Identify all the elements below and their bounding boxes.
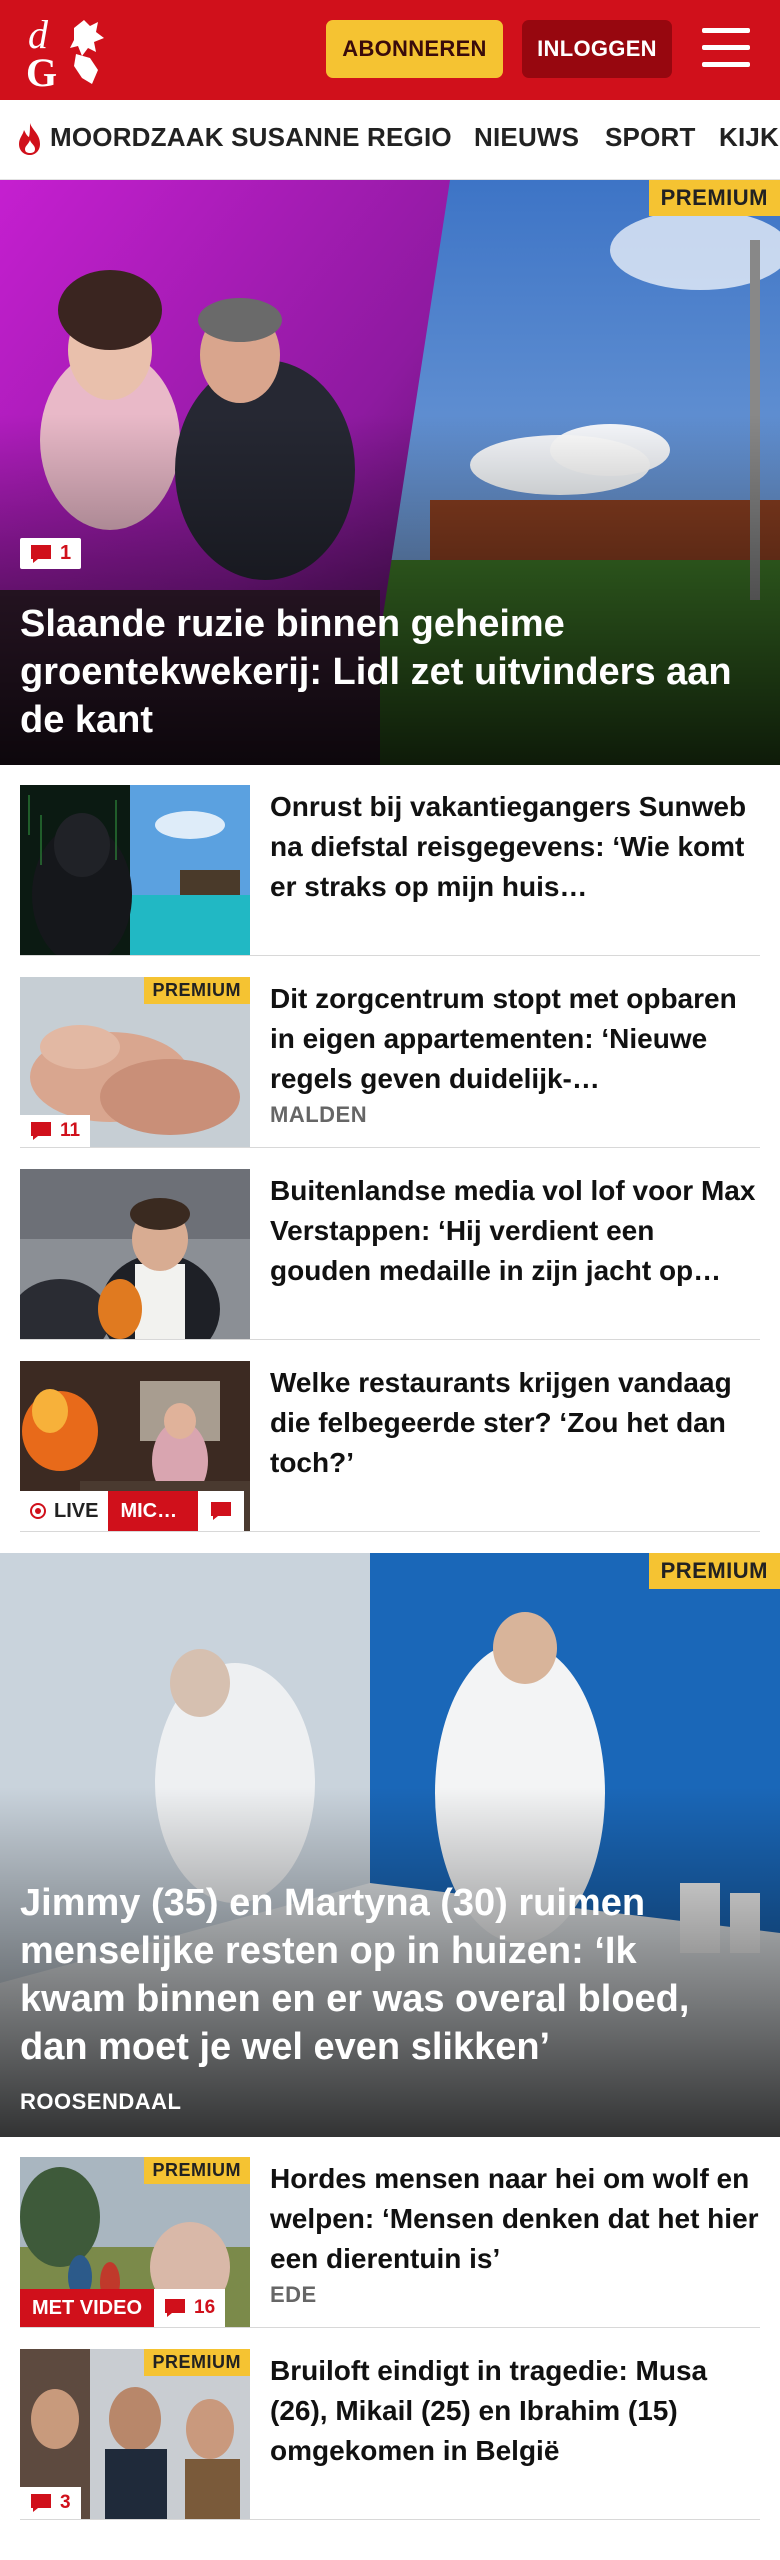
article-thumbnail — [20, 785, 250, 955]
logo[interactable]: d G — [24, 10, 116, 95]
comment-count-value: 1 — [60, 542, 72, 564]
premium-badge: PREMIUM — [648, 180, 780, 216]
logo-icon: d G — [26, 12, 104, 95]
list-item[interactable]: Buitenlandse media vol lof voor Max Vers… — [20, 1169, 760, 1340]
svg-text:G: G — [26, 50, 57, 90]
live-indicator: LIVE — [20, 1491, 109, 1531]
live-dot-icon — [30, 1503, 46, 1519]
nav-item-nieuws[interactable]: NIEUWS — [474, 122, 579, 153]
menu-icon[interactable] — [700, 22, 752, 74]
nav-item-regio[interactable]: REGIO — [367, 122, 452, 153]
list-item[interactable]: PREMIUM 11 Dit zorgcentrum stopt met opb… — [20, 977, 760, 1148]
site-header: d G ABONNEREN INLOGGEN — [0, 0, 780, 100]
live-topic: MIC… — [108, 1491, 199, 1531]
article-thumbnail — [20, 1169, 250, 1339]
nav-item-moordzaak-susanne[interactable]: MOORDZAAK SUSANNE — [50, 122, 360, 153]
hero-title[interactable]: Slaande ruzie binnen geheime groentekwek… — [20, 600, 740, 744]
comment-count-value: 16 — [194, 2297, 216, 2318]
comment-icon — [211, 1502, 232, 1520]
nav-item-kijk[interactable]: KIJK — [719, 122, 779, 153]
list-item[interactable]: PREMIUM MET VIDEO 16 Hordes mensen naar … — [20, 2157, 760, 2328]
comment-icon — [31, 1122, 51, 1140]
comment-count: 16 — [154, 2289, 226, 2327]
article-title[interactable]: Buitenlandse media vol lof voor Max Vers… — [270, 1171, 760, 1291]
comment-count-value: 11 — [60, 1120, 81, 1141]
flame-icon — [19, 123, 40, 155]
hero-article[interactable]: PREMIUM Jimmy (35) en Martyna (30) ruime… — [0, 1553, 780, 2137]
subscribe-button[interactable]: ABONNEREN — [326, 20, 503, 78]
article-thumbnail: LIVE MIC… — [20, 1361, 250, 1531]
premium-badge: PREMIUM — [143, 977, 250, 1004]
article-title[interactable]: Bruiloft eindigt in tragedie: Musa (26),… — [270, 2351, 760, 2471]
hero-location: ROOSENDAAL — [20, 2089, 182, 2114]
hero-title[interactable]: Jimmy (35) en Martyna (30) ruimen mensel… — [20, 1879, 740, 2071]
article-thumbnail: PREMIUM 3 — [20, 2349, 250, 2519]
login-button[interactable]: INLOGGEN — [522, 20, 672, 78]
live-tag: LIVE MIC… — [20, 1491, 245, 1531]
article-title[interactable]: Welke restaurants krijgen vandaag die fe… — [270, 1363, 760, 1483]
article-thumbnail: PREMIUM MET VIDEO 16 — [20, 2157, 250, 2327]
section-nav: MOORDZAAK SUSANNE REGIO NIEUWS SPORT KIJ… — [0, 100, 780, 180]
article-location: MALDEN — [270, 1102, 368, 1127]
premium-badge: PREMIUM — [143, 2157, 250, 2184]
list-item[interactable]: Onrust bij vakantiegangers Sunweb na die… — [20, 785, 760, 956]
comment-icon — [31, 2494, 51, 2512]
nav-item-sport[interactable]: SPORT — [605, 122, 696, 153]
hero-article[interactable]: PREMIUM 1 Slaande ruzie binnen geheime g… — [0, 180, 780, 765]
article-location: EDE — [270, 2282, 317, 2307]
comment-count: 11 — [20, 1115, 91, 1147]
comment-count-value: 3 — [60, 2492, 71, 2513]
comment-count: 1 — [20, 538, 82, 569]
article-title[interactable]: Onrust bij vakantiegangers Sunweb na die… — [270, 787, 760, 907]
comment-icon — [165, 2299, 186, 2317]
article-title[interactable]: Hordes mensen naar hei om wolf en welpen… — [270, 2159, 760, 2279]
article-title[interactable]: Dit zorgcentrum stopt met opbaren in eig… — [270, 979, 760, 1099]
list-item[interactable]: PREMIUM 3 Bruiloft eindigt in tragedie: … — [20, 2349, 760, 2520]
premium-badge: PREMIUM — [143, 2349, 250, 2376]
comment-count: 3 — [20, 2487, 81, 2519]
list-item[interactable]: LIVE MIC… Welke restaurants krijgen vand… — [20, 1361, 760, 1532]
video-label: MET VIDEO — [20, 2289, 155, 2327]
live-label: LIVE — [54, 1499, 99, 1522]
premium-badge: PREMIUM — [648, 1553, 780, 1589]
video-tag: MET VIDEO 16 — [20, 2289, 226, 2327]
comment-icon — [31, 544, 51, 563]
comment-icon-box — [198, 1491, 245, 1531]
article-thumbnail: PREMIUM 11 — [20, 977, 250, 1147]
